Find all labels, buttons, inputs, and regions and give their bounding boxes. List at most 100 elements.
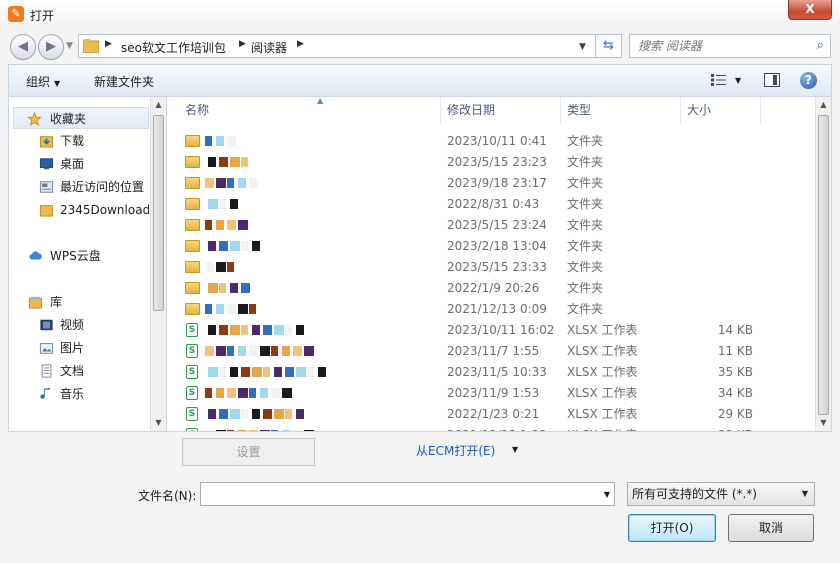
spreadsheet-icon: S [186, 407, 198, 421]
back-arrow-icon: ◀ [18, 39, 28, 54]
back-button[interactable]: ◀ [10, 34, 36, 60]
obscured-filename-block [274, 325, 284, 335]
window-title: 打开 [30, 9, 55, 23]
search-input[interactable] [638, 38, 808, 54]
table-row[interactable]: 2023/5/15 23:23 文件夹 [167, 152, 815, 173]
nav-item-documents[interactable]: 文档 [9, 360, 149, 382]
view-options-icon[interactable] [710, 73, 728, 87]
obscured-filename-block [208, 367, 218, 377]
table-row[interactable]: 2023/9/18 23:17 文件夹 [167, 173, 815, 194]
nav-item-favorites[interactable]: 收藏夹 [13, 107, 149, 129]
obscured-filename-block [205, 220, 212, 230]
organize-button[interactable]: 组织 ▼ [26, 73, 60, 90]
column-header-date[interactable]: 修改日期 [441, 97, 561, 123]
spreadsheet-icon: S [186, 344, 198, 358]
nav-item-label: 2345Downloads [60, 203, 149, 217]
column-header-name[interactable]: ▲ 名称 [179, 97, 441, 123]
nav-item-desktop[interactable]: 桌面 [9, 153, 149, 175]
column-header-size[interactable]: 大小 [681, 97, 761, 123]
nav-item-recent-places[interactable]: 最近访问的位置 [9, 176, 149, 198]
file-list-scrollbar[interactable]: ▲ ▼ [815, 97, 831, 431]
folder-icon [185, 303, 200, 315]
nav-scrollbar[interactable]: ▲ ▼ [150, 97, 166, 431]
preview-pane-icon[interactable] [764, 73, 780, 87]
scrollbar-thumb[interactable] [818, 115, 829, 415]
help-icon[interactable]: ? [800, 72, 817, 89]
file-type-cell: 文件夹 [567, 218, 604, 232]
table-row[interactable]: 2022/8/31 0:43 文件夹 [167, 194, 815, 215]
close-button[interactable]: X [788, 0, 832, 20]
spreadsheet-icon: S [186, 365, 198, 379]
video-icon [40, 319, 53, 331]
nav-item-downloads[interactable]: 下载 [9, 130, 149, 152]
obscured-filename-block [271, 430, 278, 431]
column-header-type[interactable]: 类型 [561, 97, 681, 123]
table-row[interactable]: 2023/10/11 0:41 文件夹 [167, 131, 815, 152]
table-row[interactable]: S 2023/11/5 10:33 XLSX 工作表 35 KB [167, 362, 815, 383]
open-from-ecm-link[interactable]: 从ECM打开(E) [416, 442, 495, 459]
search-icon[interactable]: ⌕ [817, 38, 824, 53]
address-bar[interactable]: ▶ seo软文工作培训包 ▶ 阅读器 ▶ ▼ [78, 34, 596, 58]
obscured-filename-block [249, 388, 256, 398]
obscured-filename-block [238, 178, 246, 188]
filename-field[interactable]: ▼ [200, 482, 615, 506]
table-row[interactable]: 2022/1/9 20:26 文件夹 [167, 278, 815, 299]
obscured-filename-block [216, 304, 224, 314]
search-box[interactable]: ⌕ [629, 34, 831, 58]
scroll-down-icon[interactable]: ▼ [151, 415, 166, 431]
obscured-filename-block [219, 241, 228, 251]
file-type-cell: 文件夹 [567, 239, 604, 253]
breadcrumb-item[interactable]: 阅读器 [251, 39, 287, 56]
download-folder-icon [39, 136, 54, 148]
scroll-down-icon[interactable]: ▼ [816, 415, 831, 431]
nav-item-music[interactable]: 音乐 [9, 383, 149, 405]
obscured-filename-block [252, 325, 260, 335]
file-type-cell: 文件夹 [567, 197, 604, 211]
nav-item-wps-cloud[interactable]: WPS云盘 [9, 245, 149, 267]
nav-item-libraries[interactable]: 库 [9, 291, 149, 313]
nav-item-pictures[interactable]: 图片 [9, 337, 149, 359]
column-header-label: 名称 [185, 103, 210, 117]
file-date-cell: 2023/10/11 16:02 [447, 323, 555, 337]
file-date-cell: 2023/5/15 23:24 [447, 218, 547, 232]
file-date-cell: 2022/1/9 20:26 [447, 281, 540, 295]
breadcrumb-separator-icon[interactable]: ▶ [105, 39, 112, 49]
breadcrumb-separator-icon[interactable]: ▶ [297, 39, 304, 49]
table-row[interactable]: 2021/12/13 0:09 文件夹 [167, 299, 815, 320]
table-row[interactable]: 2023/5/15 23:24 文件夹 [167, 215, 815, 236]
table-row[interactable]: 2023/2/18 13:04 文件夹 [167, 236, 815, 257]
nav-item-2345downloads[interactable]: 2345Downloads [9, 199, 149, 221]
obscured-filename-block [230, 367, 238, 377]
table-row[interactable]: S 2022/1/23 0:21 XLSX 工作表 29 KB [167, 404, 815, 425]
table-row[interactable]: S 2023/11/7 1:55 XLSX 工作表 11 KB [167, 341, 815, 362]
scroll-up-icon[interactable]: ▲ [816, 97, 831, 113]
scrollbar-thumb[interactable] [153, 115, 164, 311]
address-dropdown-icon[interactable]: ▼ [579, 42, 586, 52]
refresh-button[interactable]: ⇆ [596, 34, 622, 58]
nav-item-videos[interactable]: 视频 [9, 314, 149, 336]
table-row[interactable]: S 2023/11/9 1:53 XLSX 工作表 34 KB [167, 383, 815, 404]
address-row: ◀ ▶ ▼ ▶ seo软文工作培训包 ▶ 阅读器 ▶ ▼ ⇆ ⌕ [0, 30, 840, 62]
new-folder-button[interactable]: 新建文件夹 [94, 73, 154, 90]
table-row[interactable]: S 2021/12/28 1:33 XLSX 工作表 33 KB [167, 425, 815, 431]
file-type-cell: 文件夹 [567, 260, 604, 274]
forward-button[interactable]: ▶ [38, 34, 64, 60]
filename-dropdown-icon[interactable]: ▼ [604, 490, 610, 499]
file-type-filter[interactable]: 所有可支持的文件 (*.*) ▼ [627, 482, 815, 506]
file-type-cell: 文件夹 [567, 134, 604, 148]
table-row[interactable]: S 2023/10/11 16:02 XLSX 工作表 14 KB [167, 320, 815, 341]
scroll-up-icon[interactable]: ▲ [151, 97, 166, 113]
breadcrumb-separator-icon[interactable]: ▶ [239, 39, 246, 49]
table-row[interactable]: 2023/5/15 23:33 文件夹 [167, 257, 815, 278]
ecm-dropdown-icon[interactable]: ▼ [512, 445, 518, 454]
obscured-filename-block [208, 409, 216, 419]
file-type-cell: 文件夹 [567, 155, 604, 169]
file-list: ▲ 名称 修改日期 类型 大小 2023/10/11 0:41 文件夹 2023/5/… [166, 96, 832, 432]
recent-pages-dropdown[interactable]: ▼ [66, 41, 73, 51]
obscured-filename-block [296, 409, 304, 419]
view-dropdown-icon[interactable]: ▼ [735, 76, 741, 85]
open-button[interactable]: 打开(O) [628, 514, 716, 542]
filename-input[interactable] [205, 486, 585, 502]
cancel-button[interactable]: 取消 [728, 514, 814, 542]
breadcrumb-item[interactable]: seo软文工作培训包 [121, 39, 226, 56]
